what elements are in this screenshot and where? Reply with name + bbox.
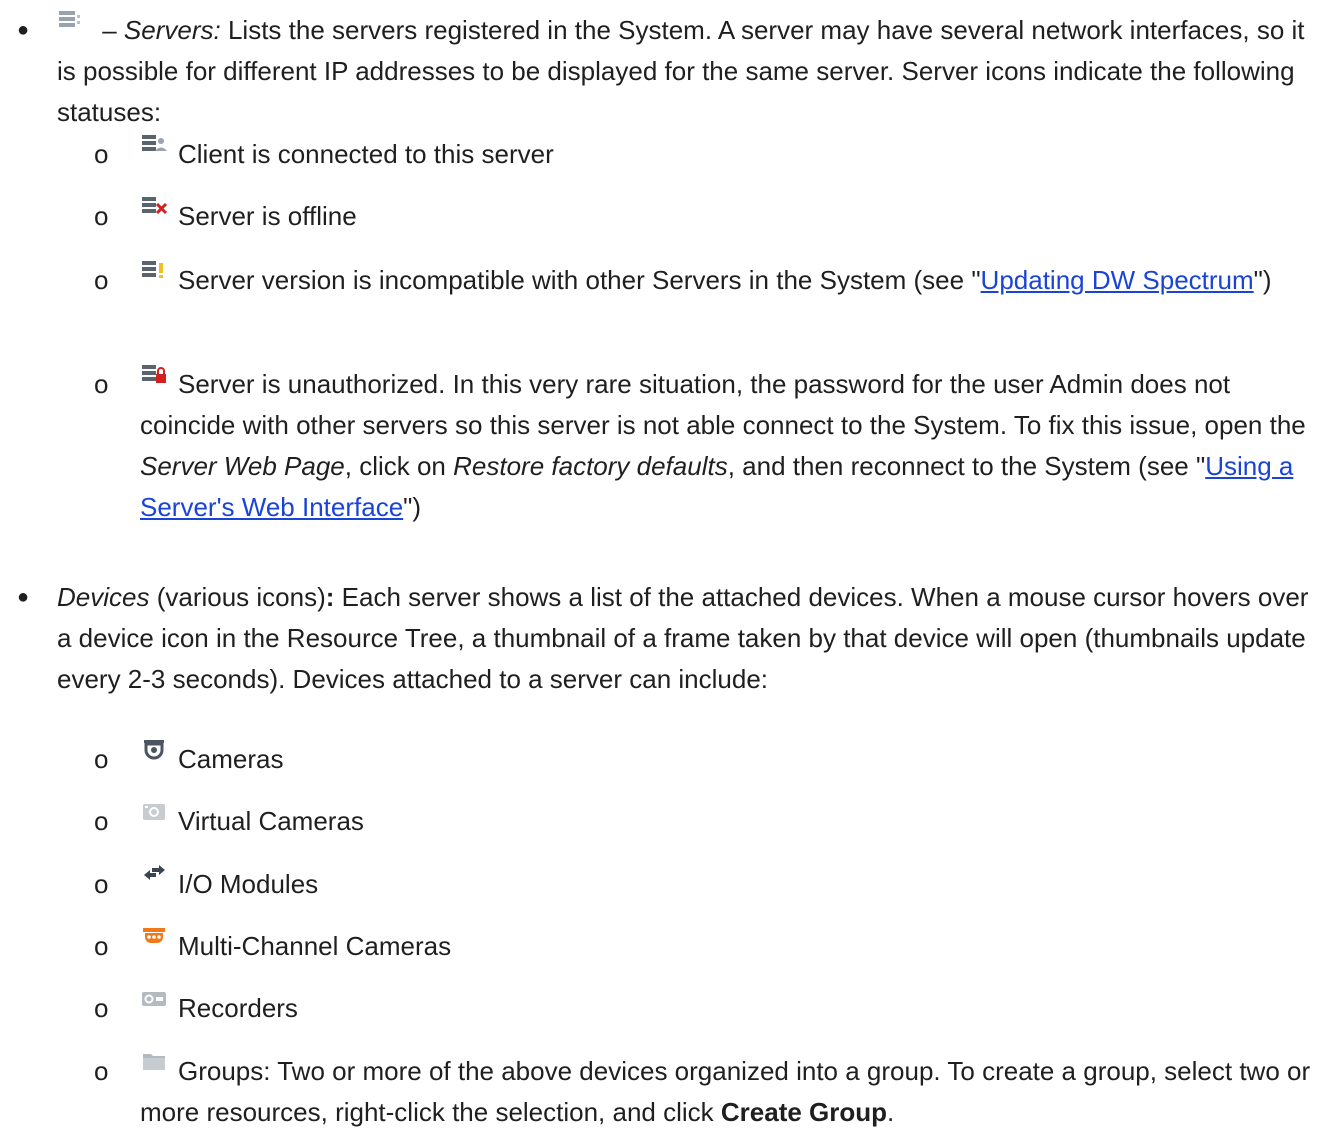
status-text: Client is connected to this server: [178, 139, 554, 169]
groups-text-end: .: [887, 1097, 895, 1127]
devices-list-item: ● Devices (various icons): Each server s…: [17, 577, 1311, 700]
create-group-term: Create Group: [720, 1097, 888, 1127]
device-type-label: Multi-Channel Cameras: [178, 931, 452, 961]
sub-bullet: o: [94, 931, 109, 961]
device-type-label: Virtual Cameras: [178, 806, 364, 836]
server-web-page-term: Server Web Page: [140, 451, 345, 481]
device-type-item: o Groups: Two or more of the above devic…: [94, 1051, 1311, 1133]
document-page: ● – Servers: Lists the servers registere…: [0, 0, 1333, 1131]
status-item: o Client is connected to this server: [94, 134, 1311, 175]
restore-defaults-term: Restore factory defaults: [453, 451, 728, 481]
server-offline-icon: [140, 197, 168, 227]
device-type-label: Cameras: [178, 744, 284, 774]
servers-title: Servers:: [123, 15, 221, 45]
servers-description: Lists the servers registered in the Syst…: [57, 15, 1305, 127]
sub-bullet: o: [94, 869, 109, 899]
device-type-label: Recorders: [178, 993, 298, 1023]
server-connected-icon: [140, 135, 168, 165]
server-unauthorized-icon: [140, 365, 168, 395]
servers-icon: [57, 11, 85, 41]
device-type-item: o Recorders: [94, 988, 1311, 1029]
status-text-end: "): [1253, 265, 1272, 295]
dash: –: [95, 15, 124, 45]
virtual-camera-icon: [140, 804, 168, 832]
status-text: Server version is incompatible with othe…: [178, 265, 981, 295]
multichannel-camera-icon: [140, 928, 168, 957]
device-type-item: o I/O Modules: [94, 864, 1311, 905]
bullet: ●: [16, 586, 30, 608]
device-type-item: o Cameras: [94, 739, 1311, 780]
status-item: o Server is offline: [94, 196, 1311, 237]
sub-bullet: o: [94, 744, 109, 774]
device-type-item: o Virtual Cameras: [94, 801, 1311, 842]
io-module-icon: [140, 865, 168, 895]
status-item: o Server is unauthorized. In this very r…: [94, 364, 1311, 528]
devices-title-suffix: (various icons): [149, 582, 326, 612]
status-text-end: "): [403, 492, 422, 522]
sub-bullet: o: [94, 1056, 109, 1086]
status-text: Server is unauthorized. In this very rar…: [140, 369, 1306, 440]
bullet: ●: [16, 19, 30, 41]
sub-bullet: o: [94, 806, 109, 836]
sub-bullet: o: [94, 369, 109, 399]
recorder-icon: [140, 992, 168, 1019]
devices-title: Devices: [57, 582, 150, 612]
sub-bullet: o: [94, 993, 109, 1023]
folder-icon: [140, 1054, 168, 1082]
servers-list-item: ● – Servers: Lists the servers registere…: [17, 10, 1311, 133]
camera-icon: [140, 740, 168, 770]
status-text: Server is offline: [178, 201, 357, 231]
server-incompatible-icon: [140, 261, 168, 291]
device-type-label: I/O Modules: [178, 869, 319, 899]
status-item: o Server version is incompatible with ot…: [94, 260, 1311, 301]
status-text: , click on: [344, 451, 454, 481]
sub-bullet: o: [94, 139, 109, 169]
device-type-item: o Multi-Channel Cameras: [94, 926, 1311, 967]
sub-bullet: o: [94, 265, 109, 295]
sub-bullet: o: [94, 201, 109, 231]
status-text: , and then reconnect to the System (see …: [727, 451, 1206, 481]
link-updating-dw-spectrum[interactable]: Updating DW Spectrum: [981, 265, 1254, 295]
